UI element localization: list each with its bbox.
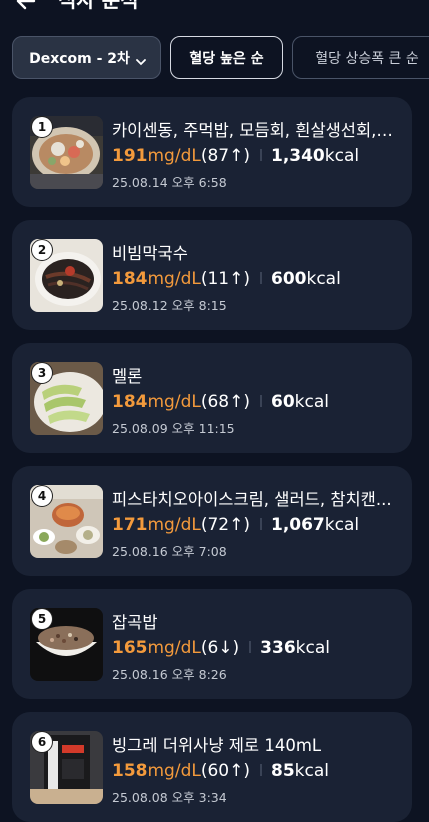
- meal-datetime: 25.08.08 오후 3:34: [112, 790, 227, 805]
- top-bar: 식사 분석: [0, 0, 429, 30]
- filter-bar: Dexcom - 2차 혈당 높은 순 혈당 상승폭 큰 순: [12, 36, 429, 80]
- meal-datetime: 25.08.16 오후 8:26: [112, 667, 227, 682]
- meal-name: 카이센동, 주먹밥, 모듬회, 흰살생선회, ...: [112, 121, 397, 140]
- meal-card[interactable]: 5 잡곡밥 165 mg/dL (6↓) 336 kcal 25.08.16 오…: [12, 589, 412, 699]
- meal-card[interactable]: 3 멜론 184 mg/dL (68↑) 60 kcal 25.08.09 오후…: [12, 343, 412, 453]
- kcal-unit: kcal: [294, 761, 329, 781]
- glucose-unit: mg/dL: [147, 146, 201, 166]
- divider: [259, 149, 262, 161]
- glucose-delta: (68↑): [200, 392, 250, 412]
- glucose-value: 165: [112, 638, 148, 658]
- meal-datetime: 25.08.14 오후 6:58: [112, 175, 227, 190]
- meal-name: 빙그레 더위사냥 제로 140mL: [112, 736, 322, 755]
- sort-glucose-rise-label: 혈당 상승폭 큰 순: [315, 50, 419, 67]
- glucose-delta: (11↑): [200, 269, 250, 289]
- kcal-value: 336: [260, 638, 296, 658]
- sort-glucose-high-label: 혈당 높은 순: [189, 50, 264, 67]
- glucose-unit: mg/dL: [147, 761, 201, 781]
- glucose-value: 184: [112, 269, 148, 289]
- glucose-delta: (72↑): [200, 515, 250, 535]
- glucose-row: 184 mg/dL (11↑) 600 kcal: [112, 269, 341, 289]
- glucose-value: 171: [112, 515, 148, 535]
- chevron-down-icon: [136, 54, 146, 65]
- rank-badge: 3: [32, 363, 52, 383]
- rank-badge: 4: [32, 486, 52, 506]
- rank-badge: 6: [32, 732, 52, 752]
- meal-name: 비빔막국수: [112, 244, 188, 263]
- divider: [259, 764, 262, 776]
- glucose-unit: mg/dL: [147, 269, 201, 289]
- meal-datetime: 25.08.09 오후 11:15: [112, 421, 235, 436]
- glucose-row: 184 mg/dL (68↑) 60 kcal: [112, 392, 329, 412]
- kcal-unit: kcal: [324, 146, 360, 166]
- glucose-row: 158 mg/dL (60↑) 85 kcal: [112, 761, 329, 781]
- meal-name: 피스타치오아이스크림, 샐러드, 참치캔...: [112, 490, 392, 509]
- meal-card[interactable]: 2 비빔막국수 184 mg/dL (11↑) 600 kcal 25.08.1…: [12, 220, 412, 330]
- sort-glucose-high-chip[interactable]: 혈당 높은 순: [170, 36, 283, 79]
- glucose-row: 165 mg/dL (6↓) 336 kcal: [112, 638, 330, 658]
- device-dropdown[interactable]: Dexcom - 2차: [12, 36, 161, 79]
- glucose-value: 184: [112, 392, 148, 412]
- kcal-unit: kcal: [294, 392, 329, 412]
- glucose-row: 171 mg/dL (72↑) 1,067 kcal: [112, 515, 359, 535]
- kcal-value: 600: [270, 269, 307, 289]
- kcal-unit: kcal: [295, 638, 331, 658]
- meal-name: 멜론: [112, 367, 143, 386]
- glucose-unit: mg/dL: [147, 515, 201, 535]
- glucose-row: 191 mg/dL (87↑) 1,340 kcal: [112, 146, 359, 166]
- sort-glucose-rise-chip[interactable]: 혈당 상승폭 큰 순: [292, 36, 429, 79]
- kcal-value: 1,067: [270, 515, 325, 535]
- meal-card[interactable]: 6 빙그레 더위사냥 제로 140mL 158 mg/dL (60↑) 85 k…: [12, 712, 412, 822]
- glucose-value: 158: [112, 761, 148, 781]
- rank-badge: 1: [32, 117, 52, 137]
- kcal-unit: kcal: [306, 269, 341, 289]
- divider: [249, 641, 252, 653]
- meal-datetime: 25.08.16 오후 7:08: [112, 544, 227, 559]
- divider: [259, 518, 262, 530]
- meal-card[interactable]: 4 피스타치오아이스크림, 샐러드, 참치캔... 171 mg/dL (72↑…: [12, 466, 412, 576]
- glucose-delta: (87↑): [200, 146, 250, 166]
- meal-card[interactable]: 1 카이센동, 주먹밥, 모듬회, 흰살생선회, ... 191 mg/dL (…: [12, 97, 412, 207]
- meal-datetime: 25.08.12 오후 8:15: [112, 298, 227, 313]
- page-title: 식사 분석: [58, 0, 139, 12]
- kcal-value: 1,340: [270, 146, 325, 166]
- glucose-delta: (6↓): [200, 638, 240, 658]
- kcal-value: 85: [270, 761, 295, 781]
- glucose-value: 191: [112, 146, 148, 166]
- kcal-value: 60: [270, 392, 295, 412]
- meal-name: 잡곡밥: [112, 613, 158, 632]
- glucose-delta: (60↑): [200, 761, 250, 781]
- device-dropdown-label: Dexcom - 2차: [29, 50, 130, 67]
- back-arrow-icon[interactable]: [14, 0, 40, 16]
- glucose-unit: mg/dL: [147, 638, 201, 658]
- divider: [259, 272, 262, 284]
- kcal-unit: kcal: [324, 515, 360, 535]
- rank-badge: 5: [32, 609, 52, 629]
- rank-badge: 2: [32, 240, 52, 260]
- glucose-unit: mg/dL: [147, 392, 201, 412]
- divider: [259, 395, 262, 407]
